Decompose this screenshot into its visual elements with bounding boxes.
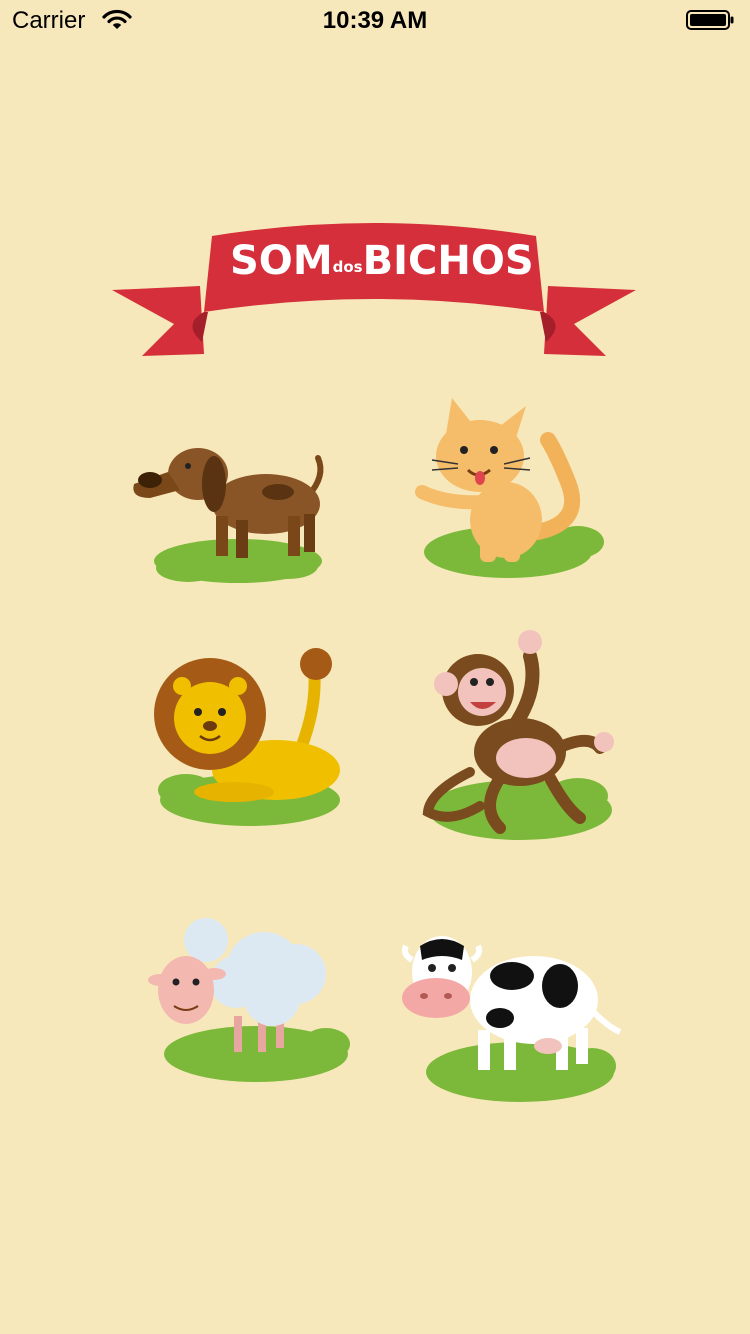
dog-icon	[133, 448, 324, 583]
cat-button[interactable]	[408, 392, 612, 592]
monkey-button[interactable]	[410, 622, 620, 852]
monkey-icon	[422, 630, 614, 840]
cow-button[interactable]	[392, 926, 622, 1106]
lion-button[interactable]	[146, 640, 356, 836]
sheep-button[interactable]	[146, 910, 356, 1092]
logo-text: SOMdosBICHOS	[230, 238, 534, 284]
logo-word-dos: dos	[333, 258, 363, 276]
clock: 10:39 AM	[322, 7, 428, 34]
cow-icon	[401, 936, 622, 1102]
status-bar: Carrier 10:39 AM	[0, 0, 750, 40]
cat-icon	[415, 398, 604, 578]
logo-word-som: SOM	[230, 238, 333, 284]
battery-icon	[686, 10, 734, 30]
logo-word-bichos: BICHOS	[363, 238, 534, 284]
dog-button[interactable]	[128, 436, 334, 594]
lion-icon	[154, 648, 340, 826]
logo-banner: SOMdosBICHOS	[112, 223, 636, 356]
sheep-icon	[148, 918, 350, 1082]
